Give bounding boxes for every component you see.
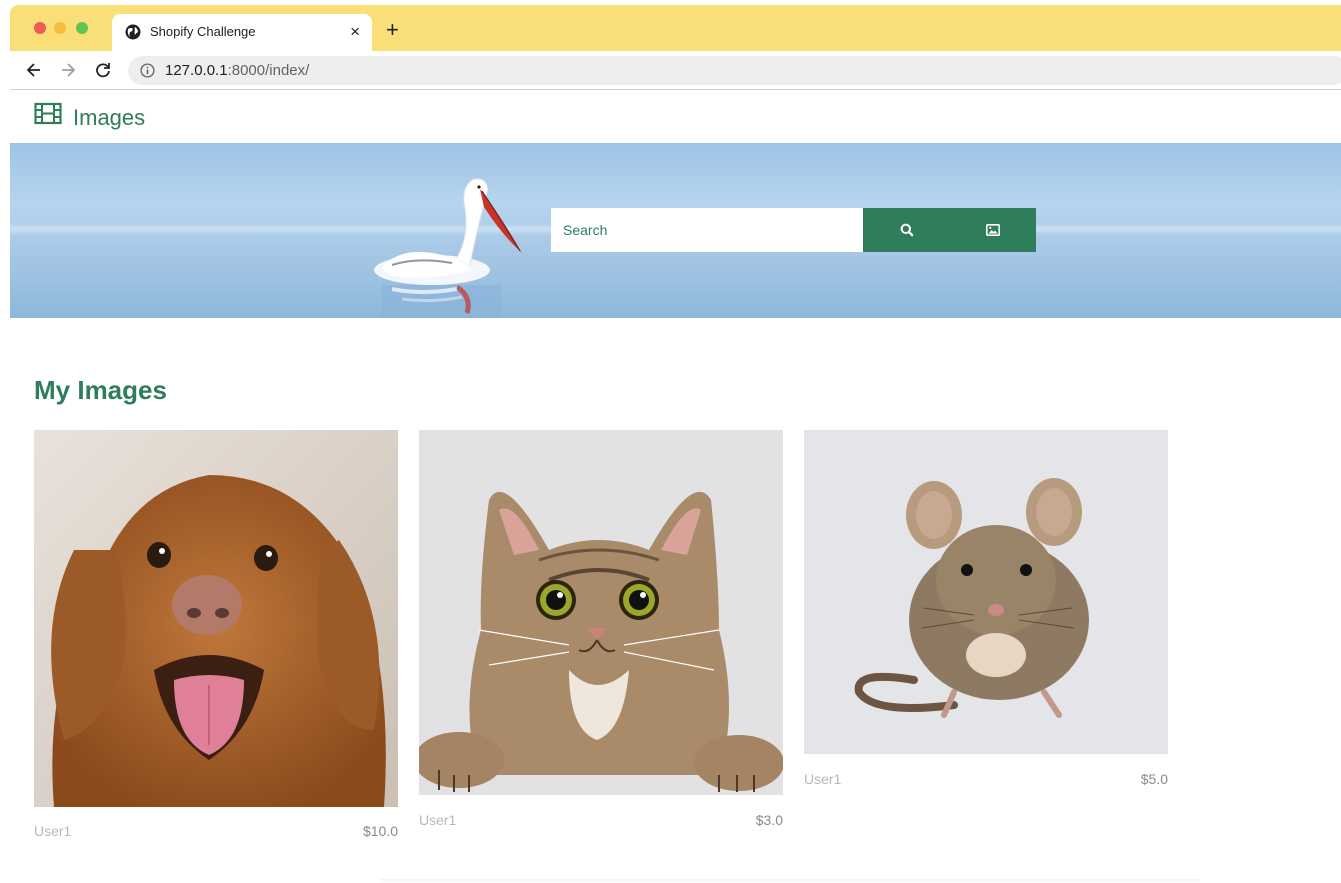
dog-photo[interactable] bbox=[34, 430, 398, 807]
search-input[interactable] bbox=[551, 208, 864, 252]
search-icon bbox=[900, 223, 914, 237]
info-icon[interactable] bbox=[140, 63, 155, 78]
card-user: User1 bbox=[34, 823, 72, 839]
new-tab-button[interactable]: + bbox=[386, 19, 399, 41]
card-price: $3.0 bbox=[755, 812, 783, 828]
url-path: :8000/index/ bbox=[227, 62, 310, 79]
mouse-photo[interactable] bbox=[804, 430, 1168, 754]
card-meta: User1 $5.0 bbox=[804, 771, 1168, 789]
card-price: $5.0 bbox=[1140, 771, 1168, 787]
image-search-button[interactable] bbox=[950, 208, 1036, 252]
card-meta: User1 $10.0 bbox=[34, 823, 398, 841]
browser-window: Shopify Challenge × + 127.0.0.1:8000/ind… bbox=[10, 5, 1341, 883]
url-text: 127.0.0.1:8000/index/ bbox=[165, 62, 309, 79]
hero-banner bbox=[10, 143, 1341, 318]
tab-shopify-challenge[interactable]: Shopify Challenge × bbox=[112, 14, 372, 51]
cat-photo[interactable] bbox=[419, 430, 783, 795]
image-icon bbox=[986, 224, 1000, 236]
minimize-window-button[interactable] bbox=[54, 22, 66, 34]
back-arrow-icon[interactable] bbox=[24, 60, 44, 80]
url-host: 127.0.0.1 bbox=[165, 62, 228, 79]
tab-close-icon[interactable]: × bbox=[350, 22, 360, 42]
card-user: User1 bbox=[804, 771, 842, 787]
tab-bar: Shopify Challenge × + bbox=[10, 5, 1341, 51]
card-price: $10.0 bbox=[362, 823, 398, 839]
pelican-image bbox=[374, 178, 522, 318]
card-user: User1 bbox=[419, 812, 457, 828]
web-page: Images Search My Images User1 $10.0 User… bbox=[10, 91, 1341, 883]
reload-icon[interactable] bbox=[93, 60, 113, 80]
film-icon[interactable] bbox=[34, 102, 62, 126]
footer-divider bbox=[380, 879, 1200, 883]
card-meta: User1 $3.0 bbox=[419, 812, 783, 830]
address-bar[interactable]: 127.0.0.1:8000/index/ bbox=[128, 56, 1341, 85]
maximize-window-button[interactable] bbox=[76, 22, 88, 34]
search-button[interactable] bbox=[863, 208, 950, 252]
section-title: My Images bbox=[34, 375, 167, 405]
browser-toolbar: 127.0.0.1:8000/index/ bbox=[10, 51, 1341, 90]
tab-title: Shopify Challenge bbox=[150, 24, 256, 39]
globe-icon bbox=[125, 24, 141, 40]
close-window-button[interactable] bbox=[34, 22, 46, 34]
forward-arrow-icon[interactable] bbox=[58, 60, 78, 80]
brand-link[interactable]: Images bbox=[73, 105, 145, 131]
site-navbar: Images bbox=[10, 91, 1341, 143]
